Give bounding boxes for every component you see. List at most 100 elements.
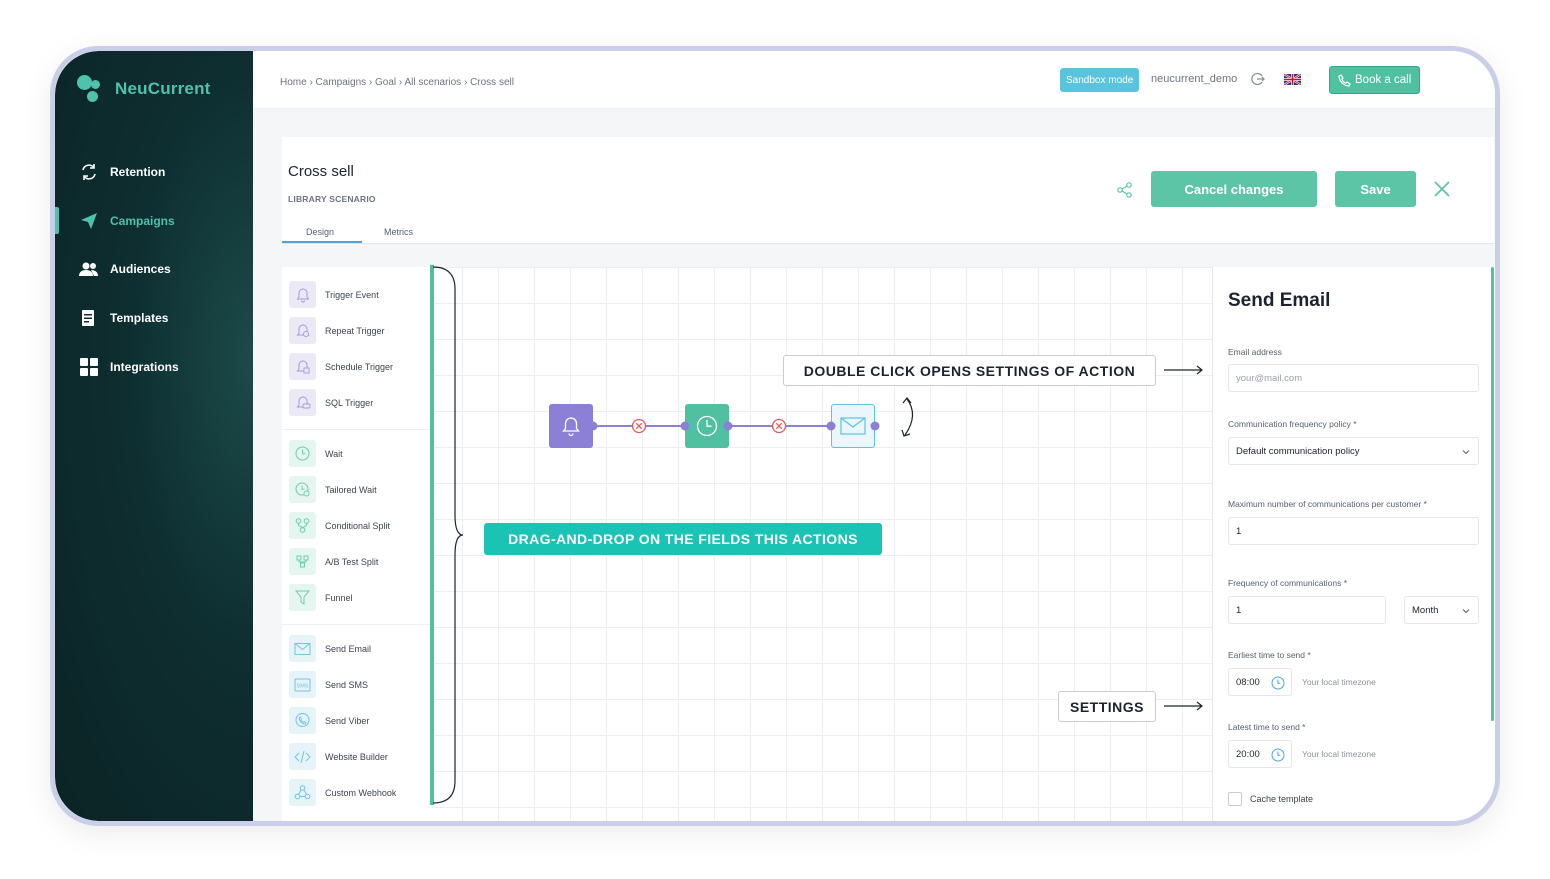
bell-repeat-icon bbox=[289, 317, 316, 344]
code-icon bbox=[289, 743, 316, 770]
page-subtitle: LIBRARY SCENARIO bbox=[288, 194, 376, 204]
bell-sql-icon bbox=[289, 389, 316, 416]
delete-link-icon[interactable] bbox=[771, 418, 787, 434]
tab-metrics[interactable]: Metrics bbox=[384, 227, 413, 237]
page-title: Cross sell bbox=[288, 163, 354, 180]
frequency-unit-select[interactable]: Month bbox=[1404, 596, 1479, 624]
breadcrumb[interactable]: Home › Campaigns › Goal › All scenarios … bbox=[280, 77, 514, 88]
callout-double-click: DOUBLE CLICK OPENS SETTINGS OF ACTION bbox=[783, 355, 1156, 386]
max-communications-input[interactable]: 1 bbox=[1228, 517, 1479, 545]
logout-icon[interactable] bbox=[1251, 72, 1265, 86]
save-button[interactable]: Save bbox=[1335, 171, 1416, 207]
sidebar-item-label: Templates bbox=[110, 311, 169, 325]
frequency-unit-value: Month bbox=[1412, 604, 1439, 616]
tailored-clock-icon bbox=[289, 476, 316, 503]
chevron-down-icon bbox=[1462, 609, 1470, 614]
topbar: Home › Campaigns › Goal › All scenarios … bbox=[253, 51, 1495, 109]
palette-item-wait[interactable]: Wait bbox=[289, 440, 343, 467]
share-icon[interactable] bbox=[1116, 181, 1134, 199]
sidebar-item-retention[interactable]: Retention bbox=[79, 162, 165, 182]
palette-item-send-sms[interactable]: SMS Send SMS bbox=[289, 671, 368, 698]
palette-item-tailored-wait[interactable]: Tailored Wait bbox=[289, 476, 377, 503]
paper-plane-icon bbox=[79, 211, 99, 231]
palette-item-label: Trigger Event bbox=[325, 289, 379, 300]
active-tab-indicator bbox=[282, 241, 362, 243]
palette-item-conditional-split[interactable]: Conditional Split bbox=[289, 512, 390, 539]
actions-palette: Trigger Event Repeat Trigger Schedule Tr… bbox=[282, 267, 432, 821]
bell-icon bbox=[562, 417, 580, 437]
sidebar-item-integrations[interactable]: Integrations bbox=[79, 357, 179, 377]
earliest-time-value: 08:00 bbox=[1236, 676, 1260, 688]
uk-flag-icon[interactable] bbox=[1284, 74, 1301, 85]
palette-item-website-builder[interactable]: Website Builder bbox=[289, 743, 388, 770]
tab-design[interactable]: Design bbox=[306, 227, 334, 237]
email-label: Email address bbox=[1228, 347, 1282, 357]
sidebar-item-audiences[interactable]: Audiences bbox=[79, 259, 171, 279]
grid-icon bbox=[79, 357, 99, 377]
chevron-down-icon bbox=[1462, 450, 1470, 455]
brand-name: NeuCurrent bbox=[115, 79, 211, 98]
callout-drag-and-drop: DRAG-AND-DROP ON THE FIELDS THIS ACTIONS bbox=[484, 523, 882, 555]
palette-item-repeat-trigger[interactable]: Repeat Trigger bbox=[289, 317, 385, 344]
phone-icon bbox=[1338, 73, 1351, 87]
sidebar-item-templates[interactable]: Templates bbox=[79, 308, 168, 328]
sidebar-item-campaigns[interactable]: Campaigns bbox=[79, 211, 175, 231]
viber-icon bbox=[289, 707, 316, 734]
earliest-time-input[interactable]: 08:00 bbox=[1228, 668, 1292, 696]
cancel-changes-button[interactable]: Cancel changes bbox=[1151, 171, 1317, 207]
palette-item-send-viber[interactable]: Send Viber bbox=[289, 707, 369, 734]
policy-label: Communication frequency policy * bbox=[1228, 419, 1357, 429]
retention-cycle-icon bbox=[79, 162, 99, 182]
latest-time-value: 20:00 bbox=[1236, 748, 1260, 760]
split-icon bbox=[289, 512, 316, 539]
username: neucurrent_demo bbox=[1151, 73, 1238, 85]
arrow-right-icon bbox=[1164, 365, 1203, 375]
palette-item-schedule-trigger[interactable]: Schedule Trigger bbox=[289, 353, 393, 380]
palette-item-label: Conditional Split bbox=[325, 520, 391, 531]
brand-logo[interactable]: NeuCurrent bbox=[77, 75, 211, 103]
clock-icon[interactable] bbox=[1271, 676, 1285, 690]
scenario-header: Cross sell LIBRARY SCENARIO Design Metri… bbox=[282, 137, 1494, 244]
palette-item-label: Tailored Wait bbox=[325, 484, 377, 495]
delete-link-icon[interactable] bbox=[631, 418, 647, 434]
bell-schedule-icon bbox=[289, 353, 316, 380]
webhook-icon bbox=[289, 779, 316, 806]
frequency-input[interactable]: 1 bbox=[1228, 596, 1386, 624]
close-icon[interactable] bbox=[1433, 180, 1451, 198]
email-input[interactable]: your@mail.com bbox=[1228, 364, 1479, 392]
palette-item-label: Send SMS bbox=[325, 679, 369, 690]
panel-scrollbar[interactable] bbox=[1491, 267, 1494, 721]
palette-item-sql-trigger[interactable]: SQL Trigger bbox=[289, 389, 373, 416]
brace-annotation bbox=[433, 266, 463, 804]
policy-select[interactable]: Default communication policy bbox=[1228, 437, 1479, 465]
palette-divider bbox=[282, 429, 430, 430]
latest-time-input[interactable]: 20:00 bbox=[1228, 740, 1292, 768]
cache-template-checkbox[interactable] bbox=[1228, 792, 1242, 806]
palette-item-label: Send Viber bbox=[325, 715, 370, 726]
svg-text:SMS: SMS bbox=[297, 683, 309, 689]
trigger-node[interactable] bbox=[549, 404, 593, 448]
sidebar-item-label: Integrations bbox=[110, 360, 179, 374]
panel-title: Send Email bbox=[1228, 290, 1331, 311]
sidebar: NeuCurrent Retention Campaigns Audiences bbox=[55, 51, 253, 821]
book-a-call-button[interactable]: Book a call bbox=[1329, 66, 1421, 94]
sidebar-item-label: Retention bbox=[110, 165, 166, 179]
sandbox-mode-badge[interactable]: Sandbox mode bbox=[1060, 68, 1140, 92]
logo-icon bbox=[77, 75, 111, 103]
clock-icon[interactable] bbox=[1271, 748, 1285, 762]
users-icon bbox=[79, 259, 99, 279]
palette-item-label: Website Builder bbox=[325, 751, 388, 762]
palette-item-label: Send Email bbox=[325, 643, 372, 654]
palette-item-ab-test-split[interactable]: A/B Test Split bbox=[289, 548, 378, 575]
callout-settings: SETTINGS bbox=[1058, 691, 1156, 722]
sidebar-item-label: Audiences bbox=[110, 262, 171, 276]
palette-item-send-email[interactable]: Send Email bbox=[289, 635, 371, 662]
palette-item-label: Schedule Trigger bbox=[325, 361, 394, 372]
palette-item-funnel[interactable]: Funnel bbox=[289, 584, 353, 611]
palette-divider bbox=[282, 624, 430, 625]
earliest-timezone: Your local timezone bbox=[1302, 677, 1376, 687]
palette-item-custom-webhook[interactable]: Custom Webhook bbox=[289, 779, 396, 806]
clock-icon bbox=[289, 440, 316, 467]
palette-item-trigger-event[interactable]: Trigger Event bbox=[289, 281, 379, 308]
cache-template-label: Cache template bbox=[1250, 794, 1314, 804]
